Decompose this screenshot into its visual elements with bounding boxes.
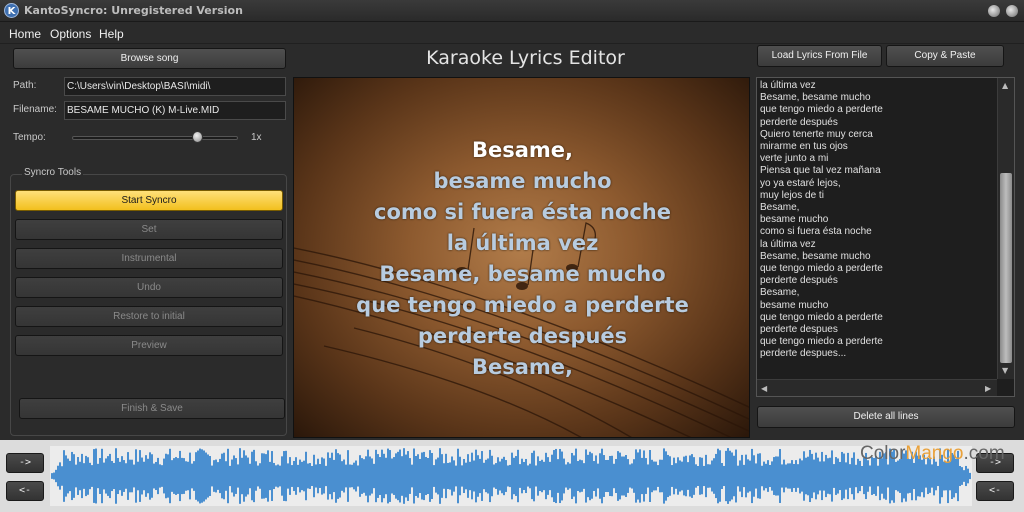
lyrics-list-line: yo ya estaré lejos, <box>760 177 841 189</box>
syncro-tools-title: Syncro Tools <box>22 167 84 178</box>
lyric-line: besame mucho <box>433 169 612 193</box>
lyrics-list-line: verte junto a mi <box>760 153 829 165</box>
lyrics-list-line: perderte despues <box>760 324 838 335</box>
forward-left-button[interactable]: -> <box>6 453 44 473</box>
lyrics-list-line: Piensa que tal vez mañana <box>760 165 881 177</box>
lyrics-list-line: que tengo miedo a perderte <box>760 336 883 348</box>
lyrics-list-line: Besame, besame mucho <box>760 250 871 262</box>
instrumental-button[interactable]: Instrumental <box>15 248 283 269</box>
lyrics-list-line: besame mucho <box>760 299 829 311</box>
lyrics-list-line: como si fuera ésta noche <box>760 226 872 238</box>
finish-save-button[interactable]: Finish & Save <box>19 398 285 419</box>
lyrics-list-line: mirarme en tus ojos <box>760 141 848 152</box>
lyrics-list-line: perderte despues... <box>760 348 847 360</box>
start-syncro-button[interactable]: Start Syncro <box>15 190 283 211</box>
lyric-line: que tengo miedo a perderte <box>356 293 689 317</box>
menu-options[interactable]: Options <box>50 27 91 41</box>
scroll-up-icon[interactable]: ▲ <box>1002 81 1008 90</box>
path-label: Path: <box>13 80 37 91</box>
lyrics-list-line: que tengo miedo a perderte <box>760 311 883 323</box>
tempo-slider[interactable] <box>72 136 238 140</box>
undo-button[interactable]: Undo <box>15 277 283 298</box>
lyric-line: Besame, <box>471 138 574 162</box>
lyrics-list-line: perderte después <box>760 116 838 128</box>
lyrics-list-line: Besame, <box>760 287 800 299</box>
menu-home[interactable]: Home <box>9 27 41 41</box>
load-lyrics-button[interactable]: Load Lyrics From File <box>757 45 882 67</box>
restore-button[interactable]: Restore to initial <box>15 306 283 327</box>
lyrics-preview: Besame, besame mucho como si fuera ésta … <box>293 77 750 438</box>
path-field[interactable]: C:\Users\vin\Desktop\BASI\midi\ <box>64 77 286 96</box>
lyrics-list-line: Besame, <box>760 202 800 213</box>
menu-bar: Home Options Help <box>0 24 1024 44</box>
close-icon[interactable] <box>1006 5 1018 17</box>
lyrics-list-line: que tengo miedo a perderte <box>760 104 883 116</box>
tempo-slider-handle[interactable] <box>191 131 203 143</box>
lyrics-list-line: muy lejos de ti <box>760 189 824 201</box>
horizontal-scrollbar[interactable]: ◀ ▶ <box>757 379 997 396</box>
delete-all-lines-button[interactable]: Delete all lines <box>757 406 1015 428</box>
lyrics-list-line: la última vez <box>760 80 816 91</box>
window-title: KantoSyncro: Unregistered Version <box>24 4 243 17</box>
lyric-line: la última vez <box>446 231 599 255</box>
syncro-tools-group <box>10 174 287 436</box>
lyrics-list-line: que tengo miedo a perderte <box>760 263 883 274</box>
lyrics-textarea[interactable]: ▲ ▼ ◀ ▶ la última vez Besame, besame much… <box>756 77 1015 397</box>
sheet-music-background <box>294 222 749 437</box>
tempo-label: Tempo: <box>13 132 46 143</box>
watermark-logo: ColorMango.com <box>860 443 1005 464</box>
back-right-button[interactable]: <- <box>976 481 1014 501</box>
app-logo-icon: K <box>4 3 19 18</box>
scroll-down-icon[interactable]: ▼ <box>1002 366 1008 375</box>
lyrics-list-line: besame mucho <box>760 214 829 226</box>
lyric-line: perderte después <box>417 324 628 348</box>
menu-help[interactable]: Help <box>99 27 124 41</box>
back-left-button[interactable]: <- <box>6 481 44 501</box>
vertical-scrollbar[interactable]: ▲ ▼ <box>997 78 1014 379</box>
tempo-value: 1x <box>251 132 262 143</box>
scrollbar-thumb[interactable] <box>1000 173 1012 363</box>
audio-waveform[interactable] <box>50 446 972 506</box>
browse-song-button[interactable]: Browse song <box>13 48 286 69</box>
editor-title: Karaoke Lyrics Editor <box>426 47 625 69</box>
lyric-line: Besame, besame mucho <box>379 262 666 286</box>
lyrics-list-line: la última vez <box>760 238 816 250</box>
title-bar: K KantoSyncro: Unregistered Version <box>0 0 1024 22</box>
lyrics-list-line: Besame, besame mucho <box>760 92 871 104</box>
lyrics-list-line: Quiero tenerte muy cerca <box>760 128 873 140</box>
lyric-line: como si fuera ésta noche <box>374 200 671 224</box>
scroll-right-icon[interactable]: ▶ <box>985 384 991 393</box>
minimize-icon[interactable] <box>988 5 1000 17</box>
scroll-left-icon[interactable]: ◀ <box>761 384 767 393</box>
filename-field[interactable]: BESAME MUCHO (K) M-Live.MID <box>64 101 286 120</box>
preview-button[interactable]: Preview <box>15 335 283 356</box>
filename-label: Filename: <box>13 104 57 115</box>
lyric-line: Besame, <box>471 355 574 379</box>
copy-paste-button[interactable]: Copy & Paste <box>886 45 1004 67</box>
lyrics-list-line: perderte después <box>760 275 838 287</box>
set-button[interactable]: Set <box>15 219 283 240</box>
